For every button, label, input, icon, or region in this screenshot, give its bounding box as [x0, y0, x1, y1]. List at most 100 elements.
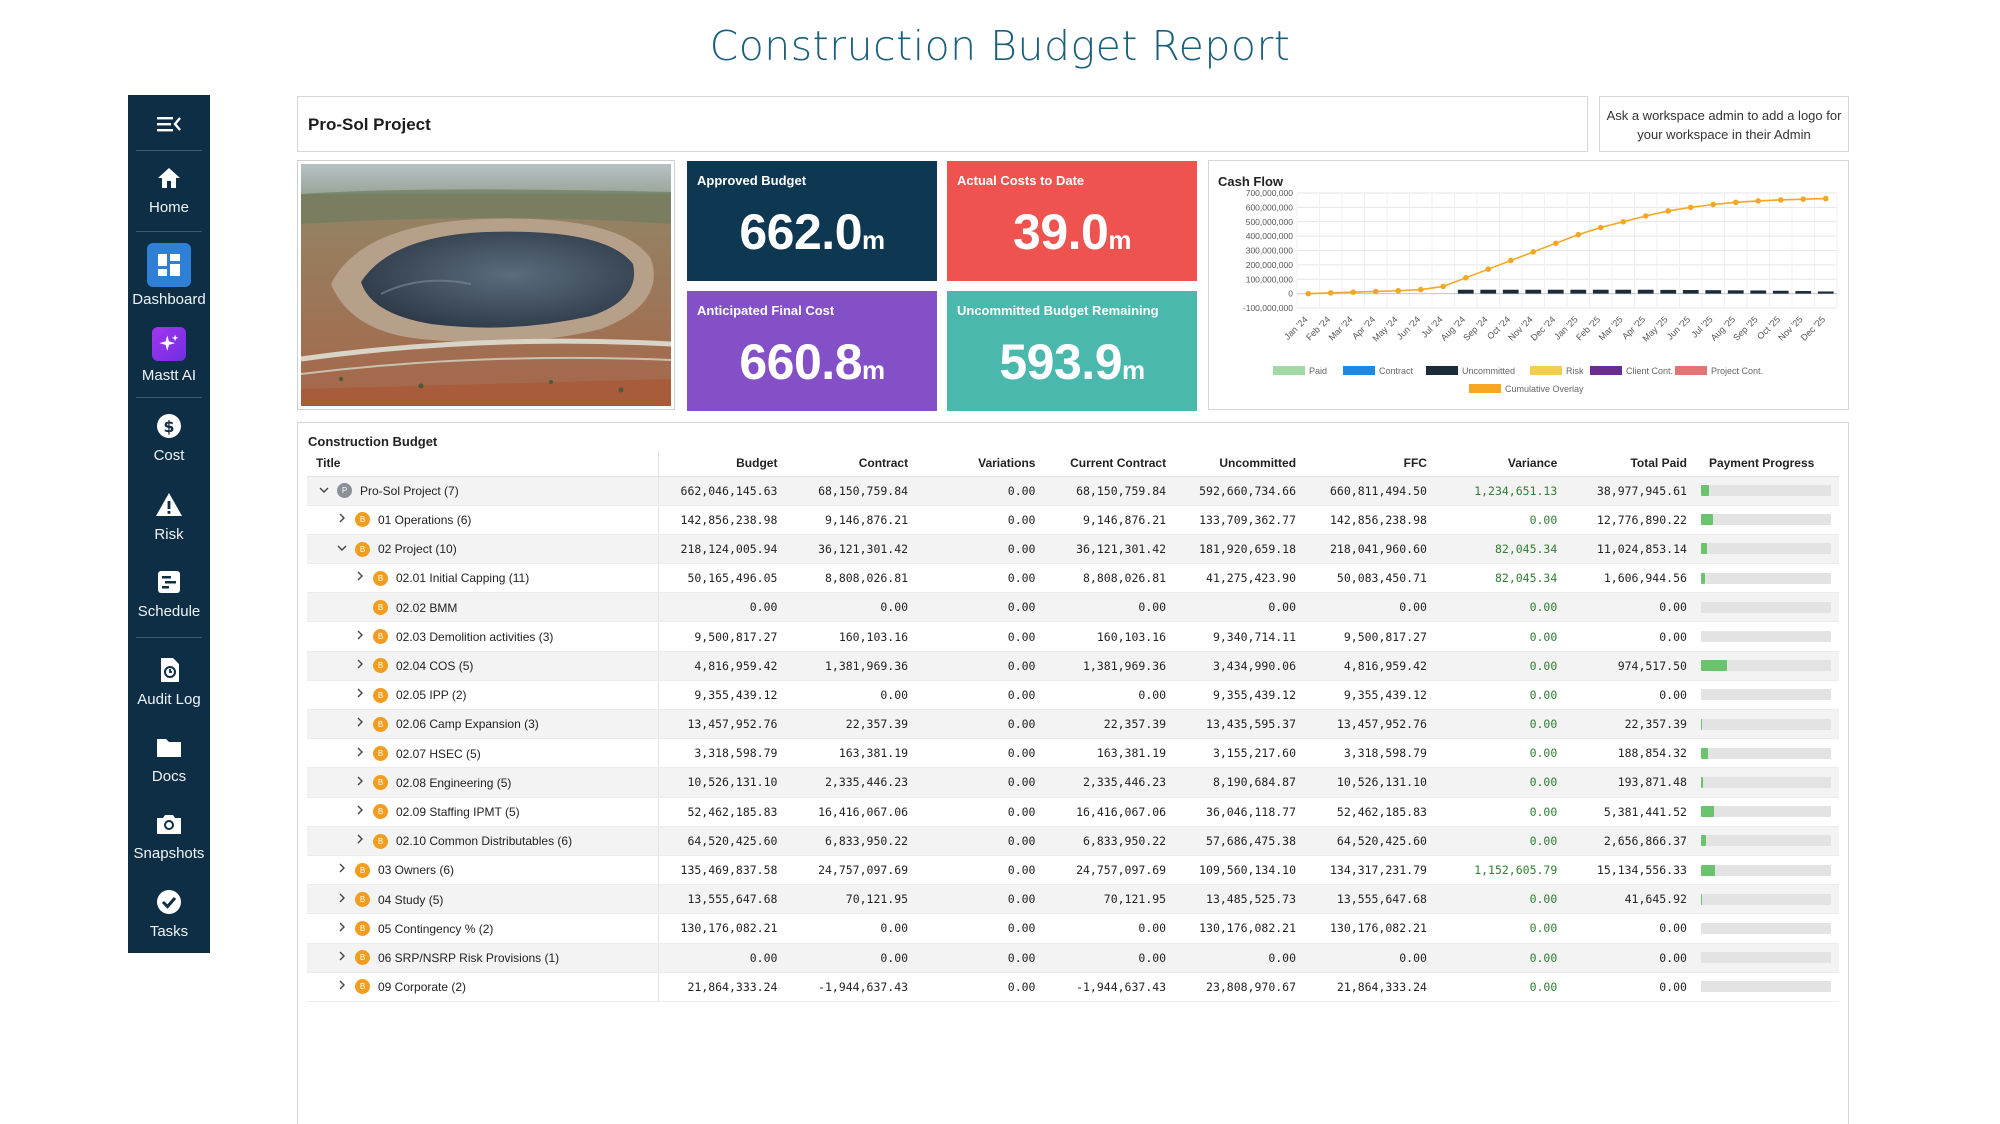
- sidebar-item-label: Mastt AI: [141, 367, 197, 384]
- column-header-budget[interactable]: Budget: [658, 451, 786, 477]
- chevron-down-icon[interactable]: [317, 484, 331, 497]
- row-title: 02.04 COS (5): [396, 658, 474, 673]
- table-row[interactable]: B 02.07 HSEC (5) 3,318,598.79 163,381.19 0.0…: [307, 738, 1839, 769]
- sidebar-item-mastt-ai[interactable]: Mastt AI: [128, 327, 210, 384]
- chevron-right-icon[interactable]: [353, 571, 367, 584]
- payment-progress-bar: [1700, 922, 1831, 934]
- chevron-right-icon[interactable]: [353, 688, 367, 701]
- table-row[interactable]: B 02.03 Demolition activities (3) 9,500,81…: [307, 621, 1839, 652]
- sidebar-item-label: Tasks: [149, 923, 189, 940]
- kpi-label: Actual Costs to Date: [957, 173, 1085, 188]
- table-row[interactable]: B 02.10 Common Distributables (6) 64,520,4…: [307, 826, 1839, 856]
- current-contract-cell: 160,103.16: [1043, 621, 1175, 652]
- cumulative-point: [1665, 208, 1672, 214]
- y-tick-label: 200,000,000: [1246, 260, 1294, 270]
- budget-cell: 218,124,005.94: [658, 534, 786, 565]
- chevron-right-icon[interactable]: [335, 980, 349, 993]
- contract-cell: 163,381.19: [785, 738, 917, 769]
- variance-cell: 1,152,605.79: [1434, 855, 1566, 886]
- cumulative-point: [1777, 197, 1784, 203]
- table-row[interactable]: B 04 Study (5) 13,555,647.68 70,121.95 0.00 7…: [307, 884, 1839, 915]
- table-row[interactable]: B 02.02 BMM 0.00 0.00 0.00 0.00 0.00 0.00 0.00 0.…: [307, 592, 1839, 623]
- sidebar-item-docs[interactable]: Docs: [128, 732, 210, 785]
- chevron-right-icon[interactable]: [335, 893, 349, 906]
- table-row[interactable]: B 02.09 Staffing IPMT (5) 52,462,185.83 16,…: [307, 797, 1839, 827]
- table-row[interactable]: B 06 SRP/NSRP Risk Provisions (1) 0.00 0.00…: [307, 943, 1839, 973]
- legend-label: Client Cont.: [1626, 366, 1673, 376]
- y-tick-label: 500,000,000: [1246, 217, 1294, 227]
- payment-progress-cell: [1694, 943, 1839, 973]
- budget-cell: 4,816,959.42: [658, 651, 786, 681]
- folder-icon: [157, 739, 181, 757]
- chevron-right-icon[interactable]: [353, 630, 367, 643]
- table-row[interactable]: B 02 Project (10) 218,124,005.94 36,121,301…: [307, 534, 1839, 565]
- column-header-variance[interactable]: Variance: [1434, 451, 1566, 477]
- uncommitted-cell: 41,275,423.90: [1174, 563, 1305, 594]
- ffc-cell: 9,500,817.27: [1304, 621, 1435, 652]
- payment-progress-cell: [1694, 476, 1839, 506]
- column-header-title[interactable]: Title: [307, 451, 659, 477]
- column-header-ffc[interactable]: FFC: [1304, 451, 1435, 477]
- table-row[interactable]: B 02.01 Initial Capping (11) 50,165,496.05…: [307, 563, 1839, 594]
- contract-cell: 8,808,026.81: [785, 563, 917, 594]
- sidebar-collapse-button[interactable]: [128, 109, 210, 139]
- row-title: 05 Contingency % (2): [378, 921, 494, 936]
- sidebar-item-dashboard[interactable]: Dashboard: [128, 243, 210, 308]
- payment-progress-fill: [1700, 864, 1716, 876]
- ffc-cell: 134,317,231.79: [1304, 855, 1435, 886]
- chevron-right-icon[interactable]: [353, 659, 367, 672]
- table-row[interactable]: B 02.06 Camp Expansion (3) 13,457,952.76 22…: [307, 709, 1839, 740]
- chevron-right-icon[interactable]: [335, 513, 349, 526]
- chevron-right-icon[interactable]: [353, 776, 367, 789]
- column-header-variations[interactable]: Variations: [916, 451, 1044, 477]
- variance-cell: 82,045.34: [1434, 534, 1566, 565]
- cumulative-point: [1732, 199, 1739, 206]
- ffc-cell: 130,176,082.21: [1304, 913, 1435, 944]
- sidebar-item-audit-log[interactable]: Audit Log: [128, 655, 210, 708]
- chevron-right-icon[interactable]: [353, 834, 367, 847]
- contract-cell: 160,103.16: [785, 621, 917, 652]
- chevron-right-icon[interactable]: [335, 951, 349, 964]
- table-row[interactable]: B 01 Operations (6) 142,856,238.98 9,146,87…: [307, 505, 1839, 535]
- payment-progress-bar: [1700, 718, 1831, 730]
- variance-cell: 0.00: [1434, 972, 1566, 1002]
- sidebar-item-cost[interactable]: $ Cost: [128, 411, 210, 464]
- table-row[interactable]: B 02.04 COS (5) 4,816,959.42 1,381,969.36 0.…: [307, 651, 1839, 681]
- column-header-current-contract[interactable]: Current Contract: [1043, 451, 1175, 477]
- table-row[interactable]: B 02.08 Engineering (5) 10,526,131.10 2,335…: [307, 767, 1839, 798]
- table-row[interactable]: B 02.05 IPP (2) 9,355,439.12 0.00 0.00 0.00 9,…: [307, 680, 1839, 711]
- variations-cell: 0.00: [916, 709, 1044, 740]
- chevron-right-icon[interactable]: [353, 805, 367, 818]
- sidebar-item-risk[interactable]: Risk: [128, 490, 210, 543]
- uncommitted-bar: [1592, 289, 1609, 294]
- chevron-right-icon[interactable]: [353, 717, 367, 730]
- current-contract-cell: 68,150,759.84: [1043, 476, 1175, 506]
- chevron-right-icon[interactable]: [353, 747, 367, 760]
- sidebar-item-schedule[interactable]: Schedule: [128, 567, 210, 620]
- table-row[interactable]: B 09 Corporate (2) 21,864,333.24 -1,944,637…: [307, 972, 1839, 1002]
- sidebar-item-tasks[interactable]: Tasks: [128, 887, 210, 940]
- payment-progress-cell: [1694, 913, 1839, 944]
- table-row[interactable]: B 03 Owners (6) 135,469,837.58 24,757,097.6…: [307, 855, 1839, 886]
- column-header-payment-progress[interactable]: Payment Progress: [1694, 451, 1839, 477]
- sidebar-item-label: Cost: [153, 447, 185, 464]
- kpi-label: Uncommitted Budget Remaining: [957, 303, 1159, 318]
- budget-item-badge-icon: B: [373, 658, 388, 674]
- row-title-cell: B 05 Contingency % (2): [307, 913, 659, 944]
- chevron-right-icon[interactable]: [335, 922, 349, 935]
- sidebar-item-home[interactable]: Home: [128, 163, 210, 216]
- ffc-cell: 9,355,439.12: [1304, 680, 1435, 711]
- cumulative-point: [1305, 290, 1312, 297]
- variations-cell: 0.00: [916, 913, 1044, 944]
- row-title-cell: B 02.08 Engineering (5): [307, 767, 659, 798]
- sidebar-item-snapshots[interactable]: Snapshots: [128, 809, 210, 862]
- chevron-right-icon[interactable]: [335, 863, 349, 876]
- table-row[interactable]: B 05 Contingency % (2) 130,176,082.21 0.00 0…: [307, 913, 1839, 944]
- column-header-uncommitted[interactable]: Uncommitted: [1174, 451, 1305, 477]
- table-row[interactable]: P Pro-Sol Project (7) 662,046,145.63 68,150…: [307, 476, 1839, 506]
- budget-item-badge-icon: B: [355, 950, 370, 966]
- column-header-contract[interactable]: Contract: [785, 451, 917, 477]
- budget-item-badge-icon: B: [373, 833, 388, 849]
- chevron-down-icon[interactable]: [335, 542, 349, 555]
- column-header-total-paid[interactable]: Total Paid: [1565, 451, 1695, 477]
